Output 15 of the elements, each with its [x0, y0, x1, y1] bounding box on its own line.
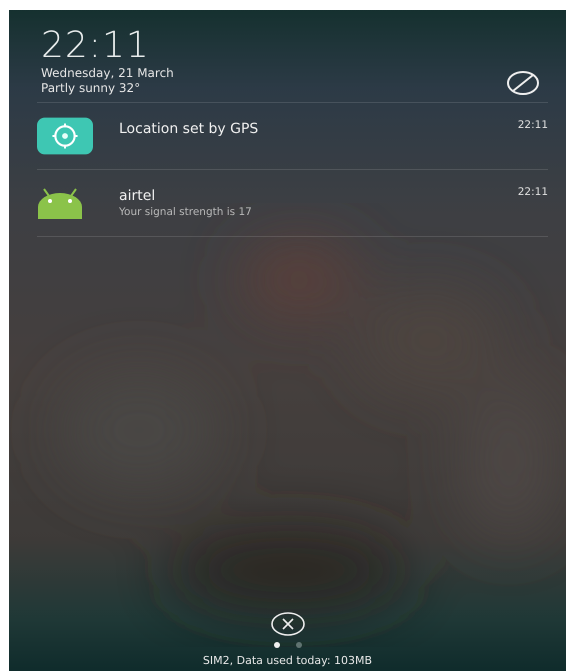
- notification-time: 22:11: [518, 185, 548, 198]
- notification-title[interactable]: Location set by GPS: [119, 119, 518, 139]
- notification-time: 22:11: [518, 118, 548, 131]
- android-icon: [37, 187, 83, 219]
- date-text: Wednesday, 21 March: [41, 66, 174, 81]
- data-usage-text: SIM2, Data used today: 103MB: [202, 654, 372, 667]
- page-dot[interactable]: [296, 642, 302, 648]
- do-not-disturb-icon[interactable]: [506, 70, 540, 96]
- target-icon: [37, 117, 93, 155]
- weather-text: Partly sunny 32°: [41, 81, 142, 96]
- notification-text: Your signal strength is 17: [119, 206, 253, 219]
- clock-time: 22:11: [41, 26, 151, 66]
- notification-title[interactable]: airtel: [119, 186, 518, 206]
- page-dot[interactable]: [274, 642, 280, 648]
- close-icon[interactable]: [270, 612, 306, 636]
